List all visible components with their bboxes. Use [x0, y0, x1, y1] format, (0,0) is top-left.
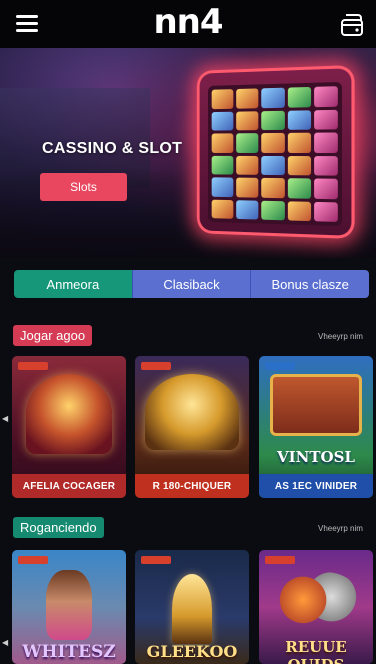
game-art-title: VINTOSL [277, 448, 355, 466]
game-card[interactable]: WHITESZ [12, 550, 126, 664]
game-art [270, 374, 362, 436]
game-art [273, 572, 359, 634]
hero-slots-button[interactable]: Slots [40, 173, 127, 201]
tab-bonus-clasze[interactable]: Bonus clasze [250, 270, 369, 298]
category-tabs: Anmeora Clasiback Bonus clasze [14, 270, 369, 298]
tab-anmeora[interactable]: Anmeora [14, 270, 132, 298]
game-badge [141, 556, 171, 564]
brand-logo[interactable]: nn4 [0, 2, 376, 42]
game-card[interactable]: REUUE QUIDS [259, 550, 373, 664]
game-art [172, 574, 212, 644]
game-card[interactable]: R 180-CHIQUER [135, 356, 249, 498]
game-badge [18, 556, 48, 564]
top-header: nn4 [0, 0, 376, 48]
section-title-roganciendo: Roganciendo [13, 517, 104, 538]
game-badge [141, 362, 171, 370]
game-title: R 180-CHIQUER [135, 474, 249, 498]
game-card[interactable]: GLEEKOO [135, 550, 249, 664]
slot-reels [207, 81, 343, 227]
game-art-title: GLEEKOO [146, 642, 238, 661]
see-all-link[interactable]: Vheeyrp nim [318, 524, 363, 533]
wallet-icon[interactable] [340, 12, 364, 38]
game-art [46, 570, 92, 640]
game-card[interactable]: VINTOSL AS 1EC VINIDER [259, 356, 373, 498]
game-title: AS 1EC VINIDER [259, 474, 373, 498]
game-title: AFELIA COCAGER [12, 474, 126, 498]
tab-clasiback[interactable]: Clasiback [131, 270, 251, 298]
see-all-link[interactable]: Vheeyrp nim [318, 332, 363, 341]
game-art-title: WHITESZ [22, 642, 116, 662]
hero-title: CASSINO & SLOT [42, 140, 183, 157]
game-badge [265, 556, 295, 564]
game-art-title: REUUE QUIDS [285, 638, 347, 664]
scroll-left-arrow-icon[interactable]: ◀ [2, 414, 8, 423]
game-card[interactable]: AFELIA COCAGER [12, 356, 126, 498]
scroll-left-arrow-icon[interactable]: ◀ [2, 638, 8, 647]
game-badge [18, 362, 48, 370]
section-title-jogar-agoo: Jogar agoo [13, 325, 93, 346]
game-art [145, 374, 239, 450]
slot-machine-illustration [196, 64, 355, 240]
game-badge [265, 362, 295, 370]
hero-banner[interactable]: CASSINO & SLOT Slots [0, 48, 376, 258]
game-art [26, 374, 112, 454]
